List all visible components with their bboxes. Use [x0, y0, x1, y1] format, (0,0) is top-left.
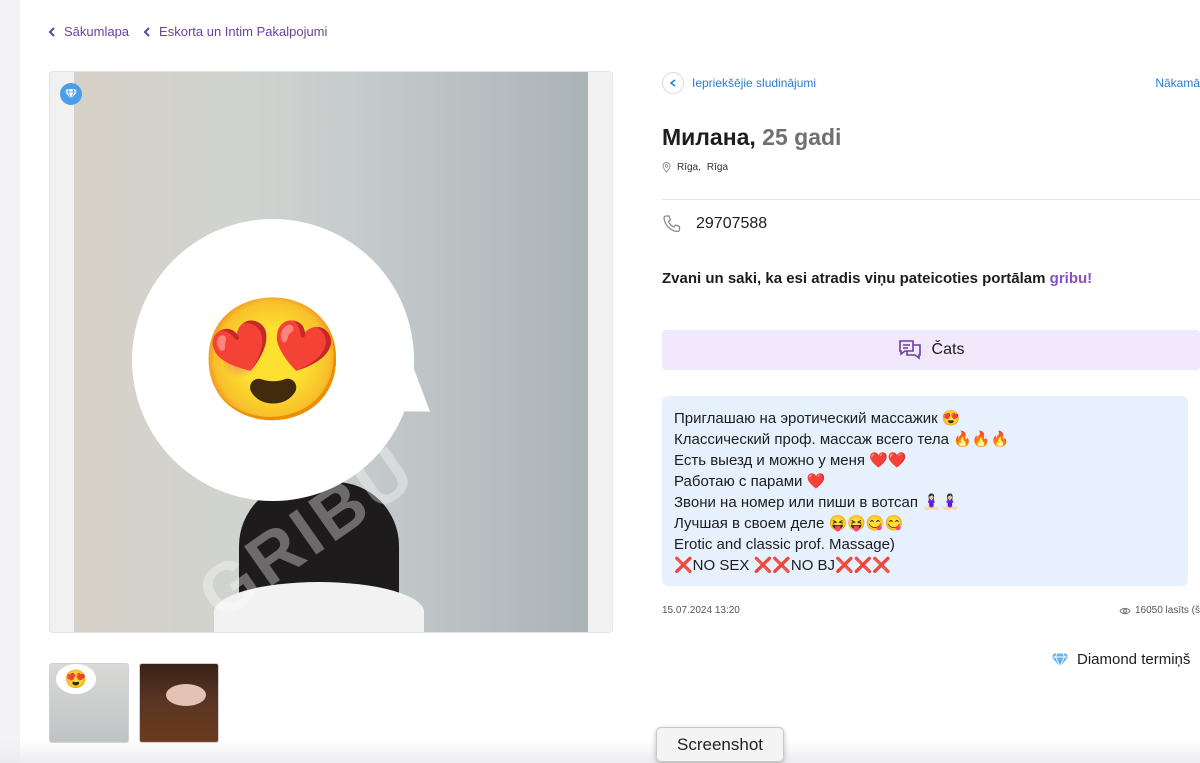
breadcrumb-home-label: Sākumlapa — [64, 24, 130, 39]
chat-button[interactable]: Čats — [662, 330, 1200, 370]
description-line: Есть выезд и можно у меня ❤️❤️ — [674, 452, 907, 469]
breadcrumb-home[interactable]: Sākumlapa — [48, 24, 129, 39]
location-city[interactable]: Rīga, — [677, 162, 701, 173]
heart-eyes-emoji-icon: 😍 — [56, 664, 96, 694]
photo-image: GRIBU 😍 — [74, 72, 588, 632]
thumbnail-2[interactable] — [139, 663, 219, 743]
chat-icon — [898, 340, 921, 360]
listing-date: 15.07.2024 13:20 — [662, 605, 740, 616]
chevron-left-icon — [48, 26, 55, 37]
description-line: Звони на номер или пиши в вотсап 🧘🏻‍♀️🧘🏻… — [674, 494, 960, 511]
location-region[interactable]: Rīga — [707, 162, 728, 173]
listing-name: Милана, — [662, 124, 756, 150]
diamond-icon — [60, 83, 82, 105]
breadcrumb-category[interactable]: Eskorta un Intim Pakalpojumi — [143, 24, 327, 39]
listing-navigation: Iepriekšējie sludinājumi Nākamā — [662, 72, 1200, 94]
description-line: Erotic and classic prof. Massage) — [674, 536, 895, 553]
diamond-terms-label: Diamond termiņš — [1077, 651, 1191, 668]
prev-listing-link[interactable]: Iepriekšējie sludinājumi — [662, 72, 816, 94]
chevron-left-icon — [143, 26, 150, 37]
chat-label: Čats — [931, 341, 965, 358]
phone-row[interactable]: 29707588 — [662, 214, 767, 234]
description-line: Лучшая в своем деле 😝😝😋😋 — [674, 515, 904, 532]
chevron-left-icon — [662, 72, 684, 94]
location-pin-icon — [662, 162, 671, 173]
description-line: Работаю с парами ❤️ — [674, 473, 826, 490]
main-photo[interactable]: GRIBU 😍 — [49, 71, 613, 633]
description-line: ❌NO SEX ❌❌NO BJ❌❌❌ — [674, 557, 892, 574]
brand-link[interactable]: gribu! — [1050, 270, 1093, 287]
diamond-terms[interactable]: Diamond termiņš — [1051, 651, 1190, 668]
thumbnail-1[interactable]: 😍 — [49, 663, 129, 743]
listing-location: Rīga, Rīga — [662, 162, 728, 173]
screenshot-button[interactable]: Screenshot — [656, 727, 784, 762]
phone-number[interactable]: 29707588 — [696, 215, 767, 233]
description-line: Приглашаю на эротический массажик 😍 — [674, 410, 961, 427]
listing-description: Приглашаю на эротический массажик 😍 Клас… — [662, 396, 1188, 586]
breadcrumb-category-label: Eskorta un Intim Pakalpojumi — [159, 24, 328, 39]
listing-title: Милана, 25 gadi — [662, 124, 841, 151]
listing-age: 25 gadi — [762, 124, 842, 150]
listing-views: 16050 lasīts (š — [1119, 605, 1200, 616]
thumbnail-list: 😍 — [49, 663, 219, 743]
breadcrumb: Sākumlapa Eskorta un Intim Pakalpojumi — [48, 24, 335, 39]
cta-text: Zvani un saki, ka esi atradis viņu patei… — [662, 270, 1093, 287]
eye-icon — [1119, 607, 1131, 614]
divider — [662, 199, 1200, 200]
page-container: Sākumlapa Eskorta un Intim Pakalpojumi G… — [20, 0, 1200, 763]
views-count: 16050 lasīts (š — [1134, 605, 1200, 616]
next-listing-link[interactable]: Nākamā — [1155, 76, 1200, 90]
description-line: Классический проф. массаж всего тела 🔥🔥🔥 — [674, 431, 1010, 448]
emoji-overlay: 😍 — [132, 219, 414, 501]
diamond-icon — [1051, 652, 1069, 667]
phone-icon — [663, 215, 681, 233]
listing-meta: 15.07.2024 13:20 16050 lasīts (š — [662, 605, 1200, 616]
heart-eyes-emoji-icon: 😍 — [198, 293, 348, 427]
prev-listing-label: Iepriekšējie sludinājumi — [692, 76, 817, 90]
thumbnail-photo-detail — [166, 684, 206, 706]
bottom-fade — [0, 740, 1200, 763]
